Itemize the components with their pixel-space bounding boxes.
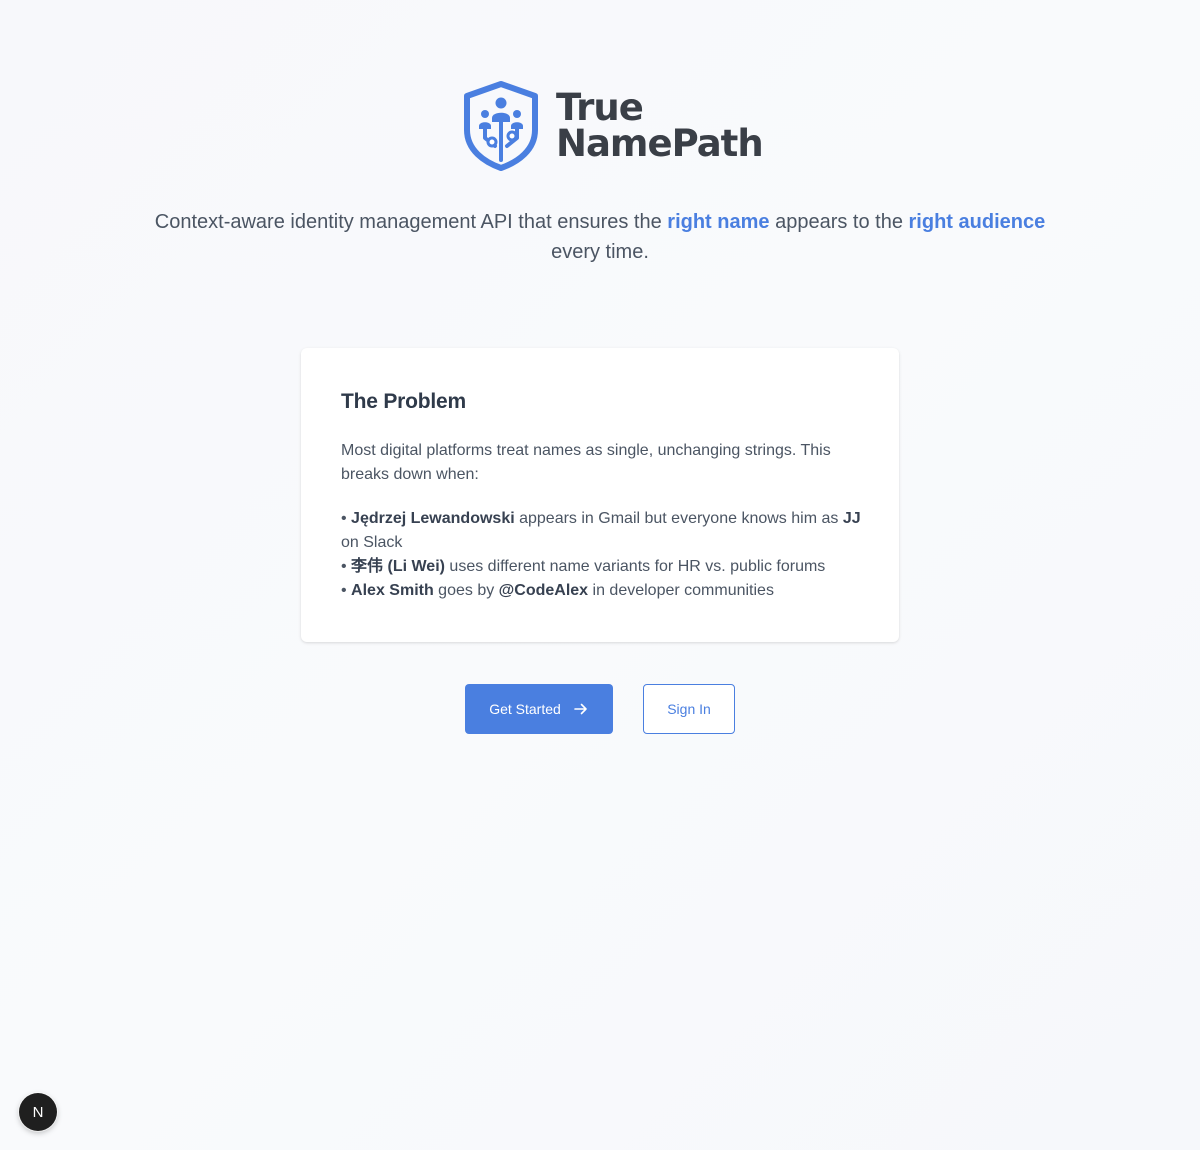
bullet: •	[341, 558, 352, 575]
brand-name-line1: True	[556, 86, 644, 129]
nextjs-dev-badge[interactable]: N	[19, 1093, 57, 1131]
tagline-text-2: appears to the	[769, 211, 909, 233]
brand-logo: True NamePath	[462, 80, 764, 172]
tagline-highlight-right-audience: right audience	[908, 211, 1046, 233]
problem-example: • Jędrzej Lewandowski appears in Gmail b…	[341, 507, 871, 555]
example-text: goes by	[433, 582, 499, 599]
arrow-right-icon	[573, 701, 589, 717]
tagline-highlight-right-name: right name	[667, 211, 770, 233]
problem-examples: • Jędrzej Lewandowski appears in Gmail b…	[341, 507, 871, 603]
brand-name: True NamePath	[556, 86, 764, 165]
bullet: •	[341, 510, 352, 527]
problem-example: • Alex Smith goes by @CodeAlex in develo…	[341, 579, 871, 603]
example-alias: @CodeAlex	[498, 582, 589, 599]
example-alias: JJ	[842, 510, 861, 527]
problem-title: The Problem	[341, 390, 466, 413]
shield-network-icon	[464, 81, 538, 171]
nextjs-icon: N	[32, 1103, 44, 1121]
problem-intro: Most digital platforms treat names as si…	[341, 442, 831, 483]
example-name: 李伟 (Li Wei)	[351, 558, 445, 575]
problem-card: The Problem Most digital platforms treat…	[301, 348, 899, 642]
tagline-text-1: Context-aware identity management API th…	[154, 211, 668, 233]
get-started-label: Get Started	[489, 701, 561, 717]
example-text: on Slack	[341, 534, 403, 551]
example-text: appears in Gmail but everyone knows him …	[514, 510, 843, 527]
example-text: in developer communities	[588, 582, 774, 599]
bullet: •	[341, 582, 352, 599]
brand-name-line2: NamePath	[556, 122, 764, 165]
example-name: Alex Smith	[351, 582, 434, 599]
example-name: Jędrzej Lewandowski	[351, 510, 515, 527]
tagline: Context-aware identity management API th…	[150, 207, 1050, 267]
tagline-text-3: every time.	[551, 241, 649, 263]
sign-in-label: Sign In	[667, 701, 711, 717]
get-started-button[interactable]: Get Started	[465, 684, 613, 734]
sign-in-button[interactable]: Sign In	[643, 684, 735, 734]
problem-example: • 李伟 (Li Wei) uses different name varian…	[341, 555, 871, 579]
example-text: uses different name variants for HR vs. …	[444, 558, 826, 575]
